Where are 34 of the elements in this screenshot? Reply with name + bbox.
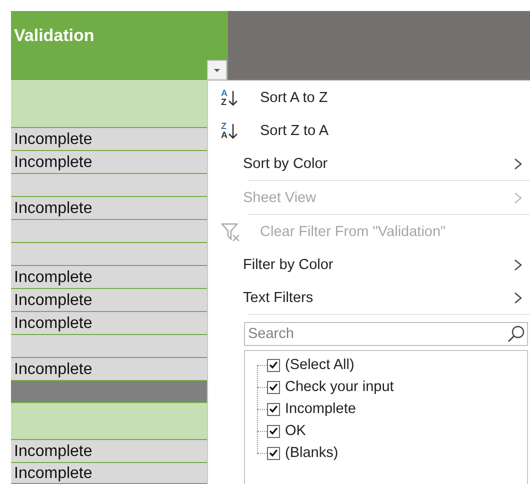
checkbox[interactable]	[267, 380, 280, 394]
table-cell: Incomplete	[11, 266, 207, 289]
value-label[interactable]: (Blanks)	[285, 445, 338, 461]
sort-menu-item[interactable]: A Z Sort A to Z	[208, 81, 530, 114]
search-icon	[507, 325, 525, 343]
table-cell: Incomplete	[11, 463, 207, 484]
value-label[interactable]: (Select All)	[285, 357, 354, 373]
checkbox[interactable]	[267, 446, 280, 460]
sort-menu-item[interactable]: Z A Sort Z to A	[208, 114, 530, 147]
table-cell: Incomplete	[11, 197, 207, 220]
chevron-right-icon	[514, 258, 522, 270]
table-cell: Incomplete	[11, 151, 207, 174]
chevron-right-icon	[514, 158, 522, 170]
chevron-right-icon	[514, 192, 522, 204]
submenu-item[interactable]: Sort by Color	[208, 147, 530, 180]
table-cell: Incomplete	[11, 440, 207, 463]
value-label[interactable]: OK	[285, 423, 306, 439]
checkbox[interactable]	[267, 358, 280, 372]
table-cell: Incomplete	[11, 128, 207, 151]
column-title: Validation	[13, 25, 94, 46]
value-label[interactable]: Incomplete	[285, 401, 356, 417]
submenu-item[interactable]: Filter by Color	[208, 248, 530, 281]
value-label[interactable]: Check your input	[285, 379, 394, 395]
search-field[interactable]: Search	[245, 326, 507, 342]
checkbox[interactable]	[267, 402, 280, 416]
table-cell: Incomplete	[11, 289, 207, 312]
table-cell: Incomplete	[11, 358, 207, 381]
checkbox[interactable]	[267, 424, 280, 438]
submenu-item[interactable]: Text Filters	[208, 281, 530, 314]
search-box[interactable]: Search	[244, 322, 528, 346]
table-cell: Incomplete	[11, 312, 207, 335]
caret-down-icon	[213, 68, 221, 72]
chevron-right-icon	[514, 292, 522, 304]
filter-clear-icon	[221, 222, 241, 242]
